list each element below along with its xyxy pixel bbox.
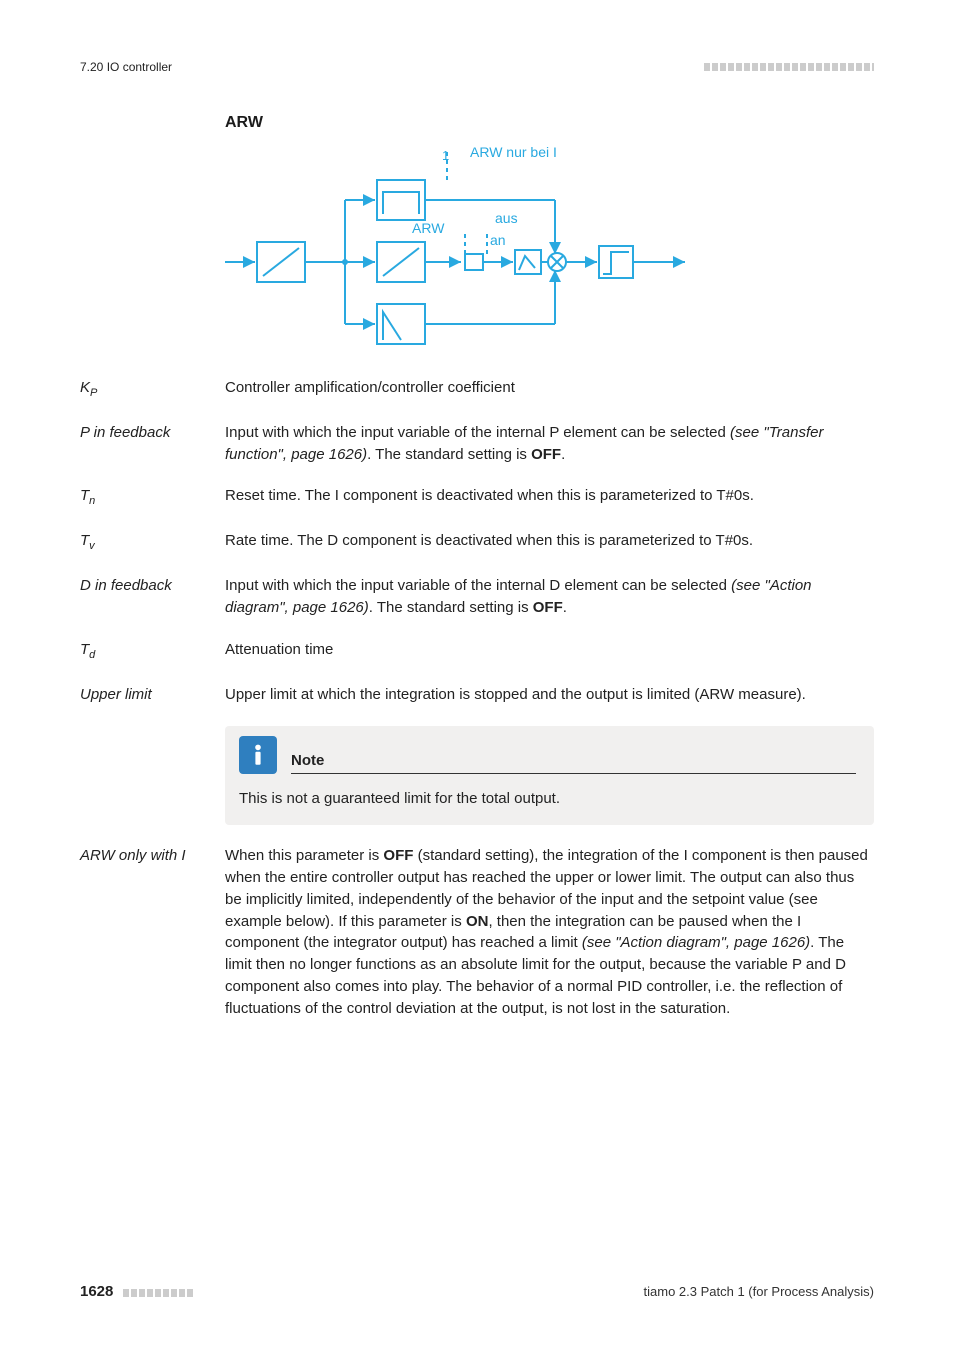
term-arw-only-i: ARW only with I — [80, 845, 225, 867]
value-off: OFF — [533, 599, 563, 616]
desc-td: Attenuation time — [225, 639, 874, 661]
value-on: ON — [466, 913, 489, 930]
desc-upper-limit: Upper limit at which the integration is … — [225, 684, 874, 706]
def-d-feedback: D in feedback Input with which the input… — [80, 575, 874, 619]
diagram-label-mode: ARW — [412, 220, 444, 236]
value-off: OFF — [531, 446, 561, 463]
value-off: OFF — [383, 847, 413, 864]
text: When this parameter is — [225, 847, 383, 864]
text: . — [563, 599, 567, 616]
text: Input with which the input variable of t… — [225, 577, 731, 594]
desc-d-feedback: Input with which the input variable of t… — [225, 575, 874, 619]
term-kp: KP — [80, 377, 225, 402]
running-head-section: 7.20 IO controller — [80, 60, 172, 74]
term-upper-limit: Upper limit — [80, 684, 225, 706]
term-tn: Tn — [80, 485, 225, 510]
footer: 1628 tiamo 2.3 Patch 1 (for Process Anal… — [80, 1283, 874, 1300]
def-td: Td Attenuation time — [80, 639, 874, 664]
note-rule — [291, 773, 856, 774]
info-icon — [239, 736, 277, 774]
page-number: 1628 — [80, 1283, 113, 1300]
term-tv: Tv — [80, 530, 225, 555]
desc-tn: Reset time. The I component is deactivat… — [225, 485, 874, 507]
def-arw-only-i: ARW only with I When this parameter is O… — [80, 845, 874, 1019]
desc-p-feedback: Input with which the input variable of t… — [225, 422, 874, 466]
def-tv: Tv Rate time. The D component is deactiv… — [80, 530, 874, 555]
note-title: Note — [291, 752, 856, 773]
heading-arw: ARW — [225, 114, 874, 132]
footer-left: 1628 — [80, 1283, 193, 1300]
definitions: KP Controller amplification/controller c… — [80, 377, 874, 706]
running-head-dots — [704, 60, 874, 74]
text: . — [561, 446, 565, 463]
text: . The standard setting is — [369, 599, 533, 616]
svg-text:1: 1 — [442, 148, 449, 163]
desc-arw-only-i: When this parameter is OFF (standard set… — [225, 845, 874, 1019]
footer-product: tiamo 2.3 Patch 1 (for Process Analysis) — [644, 1284, 874, 1299]
text: . The standard setting is — [367, 446, 531, 463]
def-upper-limit: Upper limit Upper limit at which the int… — [80, 684, 874, 706]
page: 7.20 IO controller ARW — [0, 0, 954, 1350]
desc-kp: Controller amplification/controller coef… — [225, 377, 874, 399]
term-p-feedback: P in feedback — [80, 422, 225, 444]
term-d-feedback: D in feedback — [80, 575, 225, 597]
note-block: Note This is not a guaranteed limit for … — [225, 726, 874, 826]
text: Input with which the input variable of t… — [225, 424, 730, 441]
note-body: This is not a guaranteed limit for the t… — [239, 788, 856, 810]
ref: (see "Action diagram", page 1626) — [582, 934, 810, 951]
desc-tv: Rate time. The D component is deactivate… — [225, 530, 874, 552]
diagram-label-off: aus — [495, 210, 518, 226]
def-kp: KP Controller amplification/controller c… — [80, 377, 874, 402]
term-td: Td — [80, 639, 225, 664]
diagram-label-on: an — [490, 232, 506, 248]
def-tn: Tn Reset time. The I component is deacti… — [80, 485, 874, 510]
footer-dots — [123, 1289, 193, 1297]
diagram-label-top: ARW nur bei I — [470, 144, 557, 160]
def-p-feedback: P in feedback Input with which the input… — [80, 422, 874, 466]
running-head: 7.20 IO controller — [80, 60, 874, 74]
arw-diagram: 1 — [225, 142, 695, 352]
